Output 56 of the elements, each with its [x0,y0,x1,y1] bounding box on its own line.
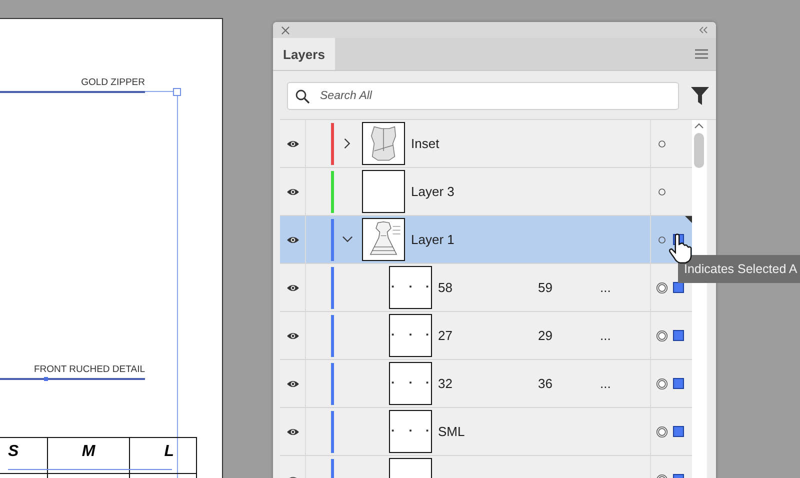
layer-name: 58 [438,280,454,295]
target-circle-icon[interactable] [657,234,667,244]
layer-name: Inset [411,136,440,151]
callout-label: FRONT RUCHED DETAIL [34,364,145,375]
target-circle-icon[interactable] [656,328,668,342]
layer-name: 59 [538,280,554,295]
layer-thumbnail [389,314,432,357]
collapse-icon[interactable] [699,26,708,34]
tooltip: Indicates Selected A [678,255,800,283]
target-circle-icon[interactable] [657,186,667,196]
menu-icon[interactable] [695,49,708,59]
layer-name: 36 [538,376,554,391]
target-circle-icon[interactable] [656,424,668,438]
target-circle-icon[interactable] [657,138,667,148]
layer-name: ... [600,376,611,391]
layer-thumbnail [389,362,432,405]
layer-row[interactable]: 32 36 ... [280,360,692,408]
eye-icon[interactable] [286,378,300,388]
layer-row[interactable]: 27 29 ... [280,312,692,360]
scrollbar-thumb[interactable] [694,133,704,168]
layer-thumbnail [362,170,405,213]
scroll-up-icon[interactable] [694,122,704,130]
layer-thumbnail [362,122,405,165]
target-circle-icon[interactable] [656,376,668,390]
filter-icon[interactable] [691,87,709,105]
layer-thumbnail [389,266,432,309]
layer-row[interactable]: SML [280,408,692,456]
search-field[interactable]: Search All [287,82,679,110]
anchor-handle[interactable] [173,88,181,96]
eye-icon[interactable] [286,282,300,292]
layer-name: SML [438,424,465,439]
layer-row[interactable]: Layer 3 [280,168,692,216]
layer-name: 32 [438,376,454,391]
layer-row[interactable]: Inset [280,120,692,168]
chevron-icon[interactable] [342,138,353,149]
eye-icon[interactable] [286,138,300,148]
eye-icon[interactable] [286,234,300,244]
search-icon [295,89,310,104]
layer-name: Layer 3 [411,184,454,199]
layer-row[interactable]: Layer 1 [280,216,692,264]
layer-name: 27 [438,328,454,343]
close-icon[interactable] [281,26,290,34]
target-circle-icon[interactable] [656,280,668,294]
corner-triangle-icon [685,216,692,223]
chevron-icon[interactable] [342,234,353,245]
layer-name: Layer 1 [411,232,454,247]
eye-icon[interactable] [286,186,300,196]
panel-tab[interactable]: Layers [273,38,335,70]
eye-icon[interactable] [286,330,300,340]
layer-thumbnail [362,218,405,261]
layer-name: ... [600,280,611,295]
callout-label: GOLD ZIPPER [81,77,145,88]
layer-name: ... [600,328,611,343]
eye-icon[interactable] [286,426,300,436]
layer-thumbnail [389,410,432,453]
layer-name: 29 [538,328,554,343]
